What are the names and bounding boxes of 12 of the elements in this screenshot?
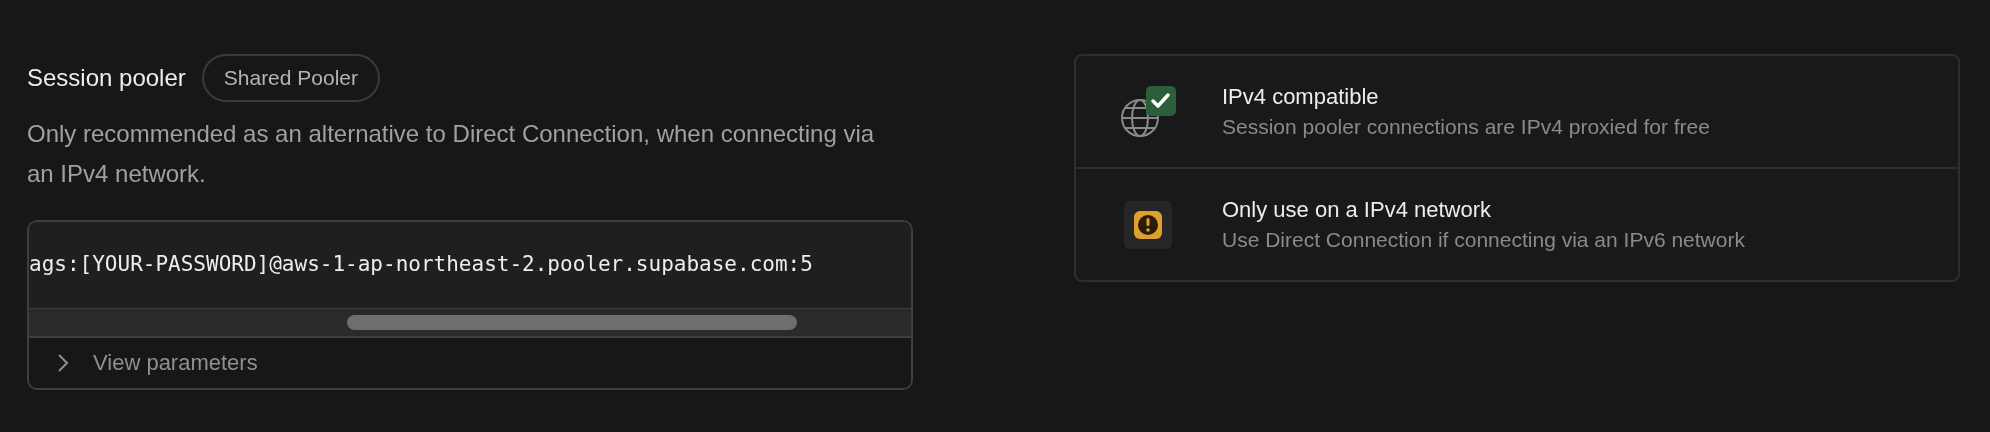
connection-string-field[interactable]: ags:[YOUR-PASSWORD]@aws-1-ap-northeast-2.pooler.supabase.com:5 — [29, 221, 911, 308]
globe-check-icon — [1118, 83, 1178, 140]
horizontal-scrollbar[interactable] — [29, 307, 911, 338]
section-title: Session pooler — [27, 62, 186, 93]
notice-title: Only use on a IPv4 network — [1222, 195, 1493, 224]
section-description: Only recommended as an alternative to Direct Connection, when connecting via an IPv4 network. — [27, 118, 876, 189]
warning-icon — [1124, 200, 1172, 249]
chevron-icon — [57, 352, 69, 373]
notice-title: IPv4 compatible — [1222, 82, 1380, 111]
notice-description: Session pooler connections are IPv4 proxied for free — [1222, 113, 1710, 140]
notice-description: Use Direct Connection if connecting via an IPv6 network — [1222, 226, 1745, 253]
pooler-badge: Shared Pooler — [201, 54, 381, 102]
